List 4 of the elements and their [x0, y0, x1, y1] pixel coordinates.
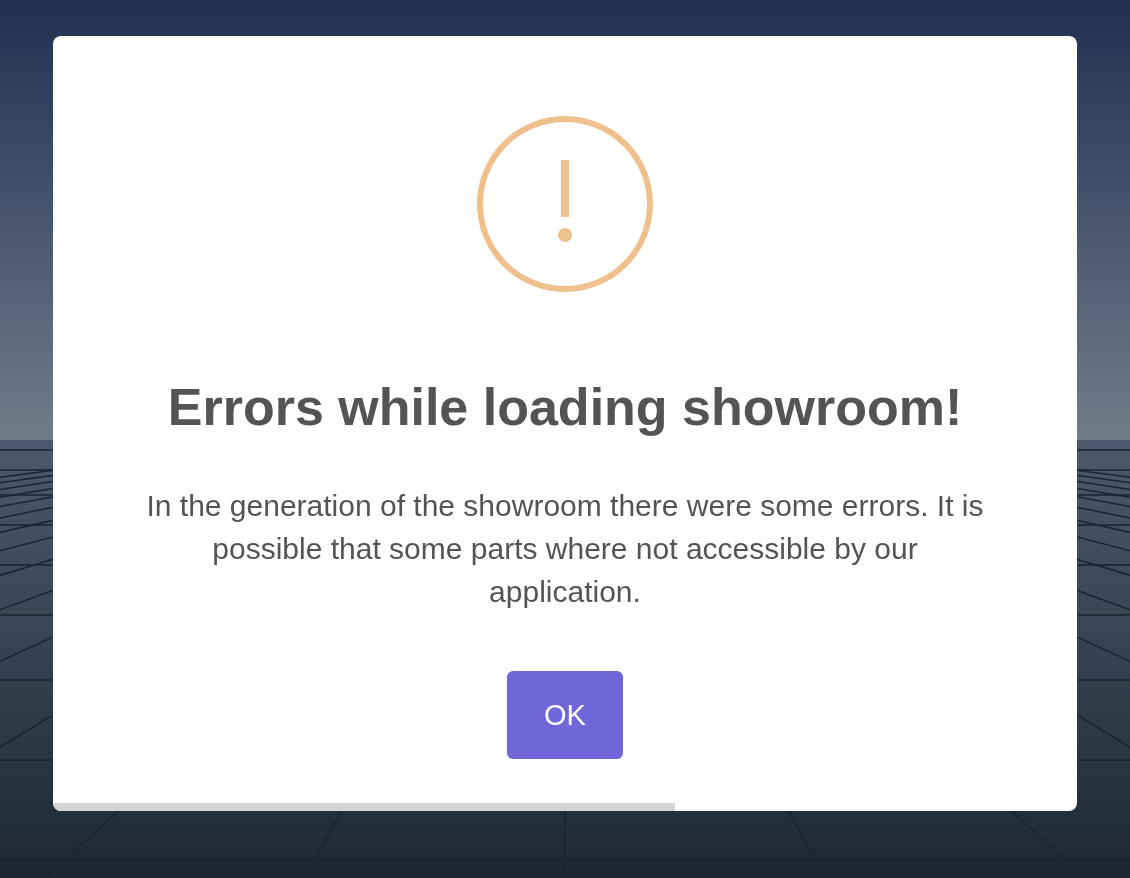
warning-icon: [477, 116, 653, 292]
ok-button[interactable]: OK: [507, 671, 623, 759]
dialog-title: Errors while loading showroom!: [167, 377, 963, 438]
dialog-message: In the generation of the showroom there were some errors. It is possible that some parts where not accessible by our application.: [145, 488, 985, 610]
